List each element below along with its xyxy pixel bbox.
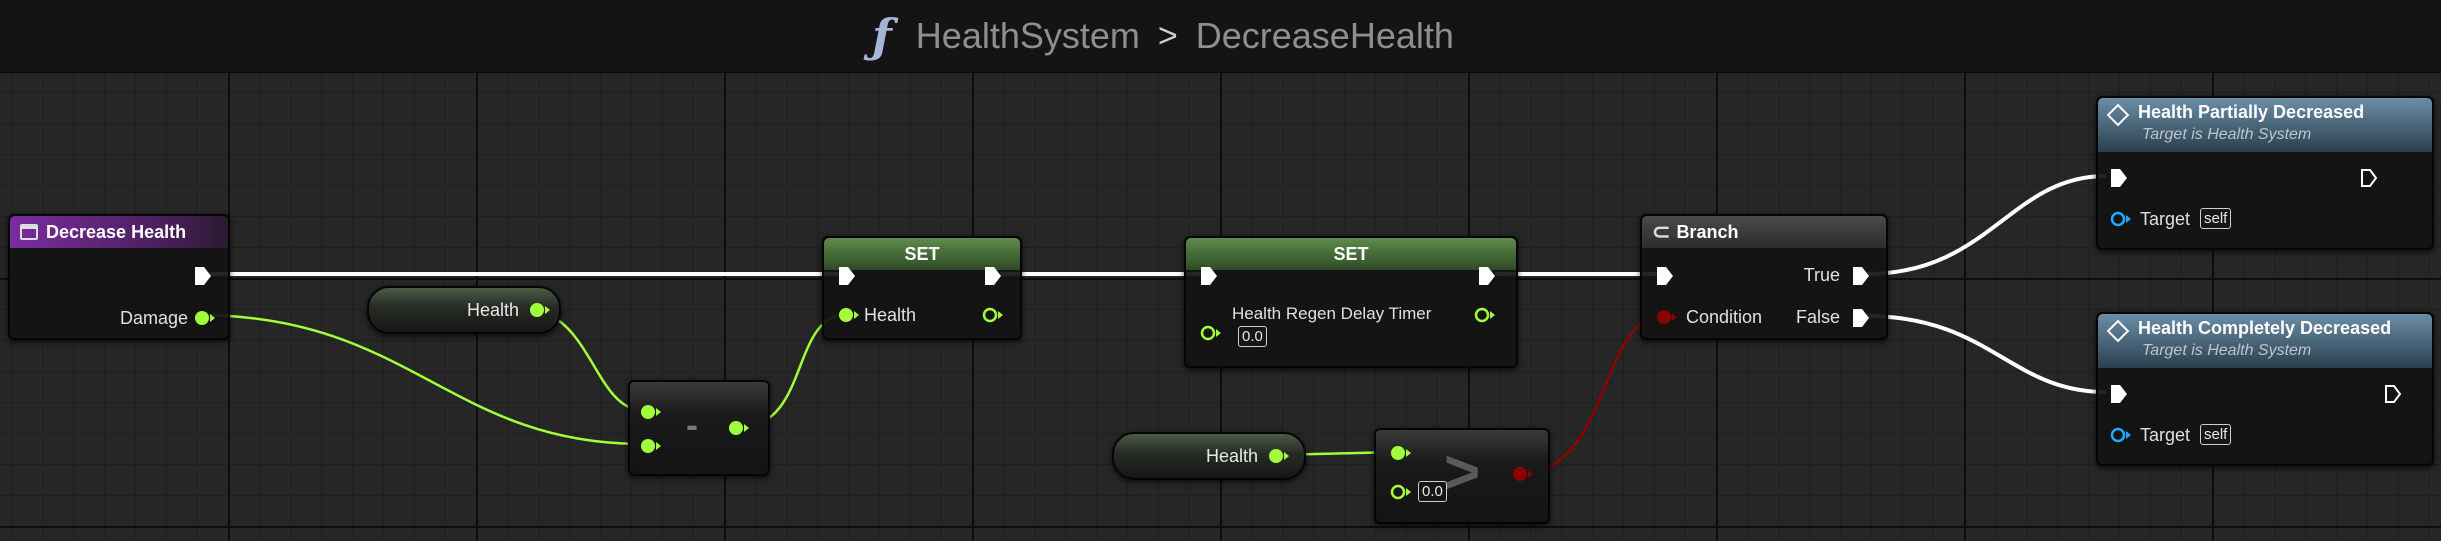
exec-out-pin[interactable] [2384, 384, 2402, 404]
node-title: SET [904, 243, 940, 264]
exec-out-pin[interactable] [194, 266, 212, 286]
exec-in-pin[interactable] [1200, 266, 1218, 286]
exec-in-pin[interactable] [2110, 384, 2128, 404]
subtract-node[interactable]: - [628, 380, 770, 476]
node-header: Health Partially Decreased Target is Hea… [2098, 98, 2432, 152]
exec-out-pin[interactable] [984, 266, 1002, 286]
exec-in-pin[interactable] [838, 266, 856, 286]
float-out-pin[interactable] [529, 301, 551, 319]
float-in-pin[interactable] [1390, 444, 1412, 462]
float-out-pin[interactable] [982, 306, 1004, 324]
branch-node[interactable]: ⊂ Branch Condition True False [1640, 214, 1888, 340]
node-title: Health Completely Decreased [2138, 318, 2392, 338]
event-diamond-icon [2106, 319, 2130, 343]
target-self-field[interactable]: self [2200, 424, 2232, 445]
node-subtitle: Target is Health System [2142, 342, 2312, 359]
float-out-pin[interactable] [1268, 447, 1290, 465]
bool-out-pin[interactable] [1512, 465, 1536, 483]
function-entry-node[interactable]: Decrease Health Damage [8, 214, 230, 340]
node-title: Health Partially Decreased [2138, 102, 2365, 122]
branch-icon: ⊂ [1652, 219, 1671, 244]
exec-out-pin[interactable] [1852, 308, 1870, 328]
get-health-node[interactable]: Health [1112, 432, 1306, 480]
float-in-pin[interactable] [838, 306, 860, 324]
node-title: Decrease Health [46, 221, 187, 242]
exec-out-pin[interactable] [1852, 266, 1870, 286]
event-diamond-icon [2106, 103, 2130, 127]
float-out-pin[interactable] [1474, 306, 1496, 324]
float-out-pin[interactable] [194, 309, 216, 327]
node-header: ⊂ Branch [1642, 216, 1886, 248]
exec-out-pin[interactable] [1478, 266, 1496, 286]
float-in-pin[interactable] [1390, 483, 1412, 501]
pin-label-regen-timer: Health Regen Delay Timer [1232, 304, 1432, 323]
variable-label: Health [466, 299, 519, 320]
call-health-completely-decreased-node[interactable]: Health Completely Decreased Target is He… [2096, 312, 2434, 466]
node-title: Branch [1676, 221, 1739, 242]
pin-label-true: True [1803, 265, 1840, 285]
node-header: Health Completely Decreased Target is He… [2098, 314, 2432, 368]
exec-wire[interactable] [1865, 174, 2107, 276]
node-title: SET [1333, 243, 1369, 264]
subtract-operator: - [686, 404, 698, 445]
timer-value-field[interactable]: 0.0 [1238, 326, 1267, 347]
greater-than-node[interactable]: > 0.0 [1374, 428, 1550, 524]
get-health-node[interactable]: Health [367, 286, 561, 334]
float-in-pin[interactable] [1200, 324, 1222, 342]
call-health-partially-decreased-node[interactable]: Health Partially Decreased Target is Hea… [2096, 96, 2434, 250]
object-in-pin[interactable] [2110, 210, 2132, 228]
node-subtitle: Target is Health System [2142, 126, 2312, 143]
set-timer-node[interactable]: SET Health Regen Delay Timer 0.0 [1184, 236, 1518, 368]
pin-label-health: Health [864, 305, 917, 325]
pin-label-damage: Damage [119, 308, 188, 328]
variable-label: Health [1205, 445, 1258, 466]
node-header: Decrease Health [10, 216, 228, 248]
pin-label-false: False [1795, 307, 1840, 327]
pin-label-target: Target [2140, 209, 2191, 229]
set-health-node[interactable]: SET Health [822, 236, 1022, 340]
compare-value-field[interactable]: 0.0 [1418, 481, 1447, 502]
data-wire[interactable] [197, 313, 643, 446]
float-in-pin[interactable] [640, 437, 662, 455]
exec-out-pin[interactable] [2360, 168, 2378, 188]
object-in-pin[interactable] [2110, 426, 2132, 444]
greater-than-operator: > [1444, 438, 1481, 507]
pin-label-target: Target [2140, 425, 2191, 445]
float-out-pin[interactable] [728, 419, 750, 437]
pin-label-condition: Condition [1686, 307, 1763, 327]
exec-in-pin[interactable] [1656, 266, 1674, 286]
function-entry-icon [20, 224, 38, 240]
bool-in-pin[interactable] [1656, 308, 1680, 326]
float-in-pin[interactable] [640, 403, 662, 421]
node-header: SET [1186, 238, 1516, 270]
target-self-field[interactable]: self [2200, 208, 2232, 229]
exec-wire[interactable] [1865, 314, 2107, 394]
exec-in-pin[interactable] [2110, 168, 2128, 188]
